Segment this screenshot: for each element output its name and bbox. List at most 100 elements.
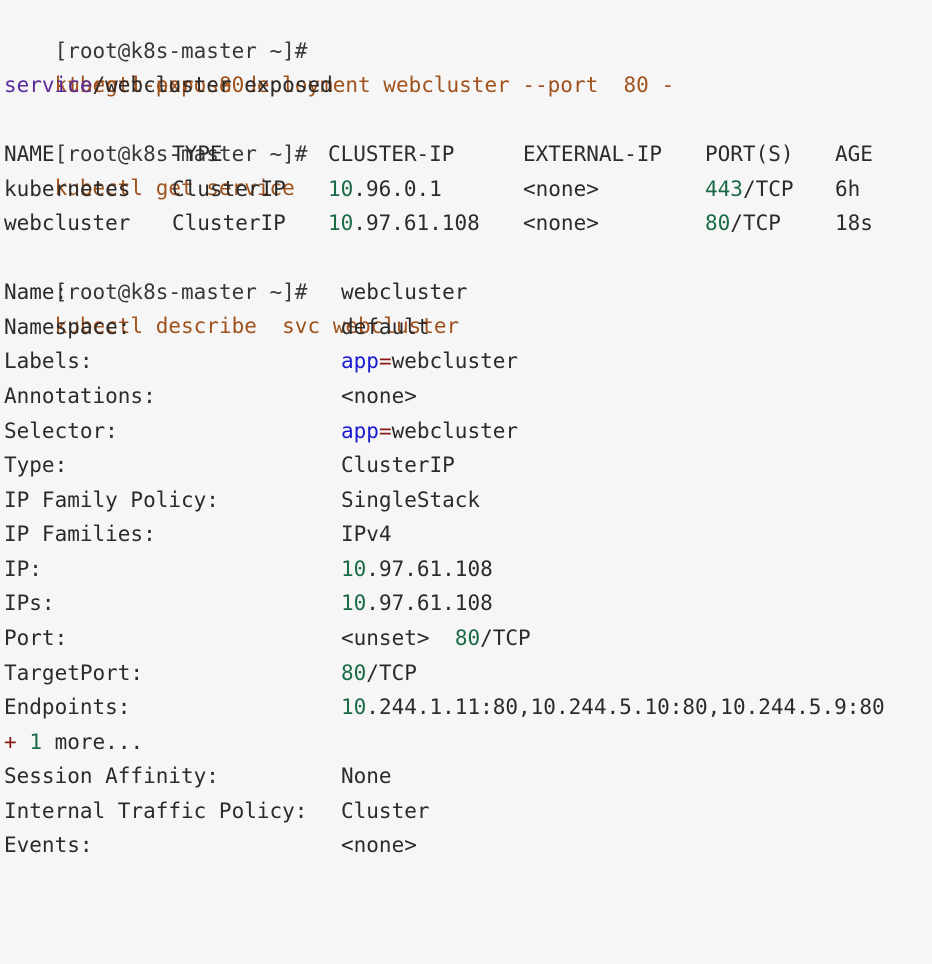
label-value: webcluster [391, 349, 519, 373]
field-value: app=webcluster [341, 414, 518, 448]
describe-row-annotations: Annotations: <none> [4, 379, 924, 413]
describe-row-labels: Labels: app=webcluster [4, 344, 924, 378]
describe-row-internal-traffic-policy: Internal Traffic Policy: Cluster [4, 794, 924, 828]
cell-type: ClusterIP [172, 211, 286, 235]
header-external-ip: EXTERNAL-IP [523, 142, 663, 166]
field-value: 10.244.1.11:80,10.244.5.10:80,10.244.5.9… [341, 690, 885, 724]
describe-row-port: Port: <unset> 80/TCP [4, 621, 924, 655]
cell-name: webcluster [4, 211, 131, 235]
describe-row-ip: IP: 10.97.61.108 [4, 552, 924, 586]
cell-name: kubernetes [4, 177, 131, 201]
field-label: Internal Traffic Policy: [4, 799, 308, 823]
field-value: app=webcluster [341, 344, 518, 378]
selector-key: app [341, 419, 379, 443]
field-value: <none> [341, 833, 417, 857]
field-label: IPs: [4, 591, 55, 615]
describe-row-type: Type: ClusterIP [4, 448, 924, 482]
table-row: kubernetes ClusterIP 10.96.0.1 <none> 44… [4, 172, 924, 206]
describe-row-selector: Selector: app=webcluster [4, 414, 924, 448]
field-value: IPv4 [341, 522, 392, 546]
field-label: Selector: [4, 419, 118, 443]
port-protocol: /TCP [480, 626, 531, 650]
describe-row-endpoints: Endpoints: 10.244.1.11:80,10.244.5.10:80… [4, 690, 924, 724]
field-label: Labels: [4, 349, 93, 373]
ip-rest: .97.61.108 [353, 211, 480, 235]
describe-row-name: Name: webcluster [4, 275, 924, 309]
field-value: None [341, 764, 392, 788]
selector-equals: = [378, 419, 392, 443]
field-value: webcluster [341, 280, 468, 304]
describe-row-ips: IPs: 10.97.61.108 [4, 586, 924, 620]
ip-first-octet: 10 [341, 695, 367, 719]
cell-external-ip: <none> [523, 211, 599, 235]
describe-row-endpoints-more: + 1 more... [4, 725, 143, 759]
field-value: <none> [341, 384, 417, 408]
terminal-output[interactable]: [root@k8s-master ~]# kubectl expose depl… [0, 0, 932, 863]
field-label: Annotations: [4, 384, 156, 408]
header-type: TYPE [172, 142, 223, 166]
expose-output: service/webcluster exposed [4, 68, 333, 102]
endpoint-list: .244.1.11:80,10.244.5.10:80,10.244.5.9:8… [366, 695, 885, 719]
ip-rest: .96.0.1 [353, 177, 442, 201]
header-name: NAME [4, 142, 55, 166]
expose-result: /webcluster exposed [92, 73, 333, 97]
ip-first-octet: 10 [328, 211, 354, 235]
cell-external-ip: <none> [523, 177, 599, 201]
header-cluster-ip: CLUSTER-IP [328, 142, 455, 166]
field-label: TargetPort: [4, 661, 144, 685]
field-label: IP Family Policy: [4, 488, 219, 512]
command-line-describe: [root@k8s-master ~]# kubectl describe sv… [4, 241, 460, 338]
describe-row-events: Events: <none> [4, 828, 924, 862]
field-value: Cluster [341, 799, 430, 823]
selector-value: webcluster [391, 419, 519, 443]
field-label: Session Affinity: [4, 764, 219, 788]
service-table-header: NAME TYPE CLUSTER-IP EXTERNAL-IP PORT(S)… [4, 137, 924, 171]
describe-row-session-affinity: Session Affinity: None [4, 759, 924, 793]
field-value: 10.97.61.108 [341, 552, 493, 586]
cell-cluster-ip: 10.96.0.1 [328, 172, 442, 206]
port-name: <unset> [341, 626, 430, 650]
describe-row-ip-families: IP Families: IPv4 [4, 517, 924, 551]
more-count: 1 [29, 730, 42, 754]
command-line-expose: [root@k8s-master ~]# kubectl expose depl… [4, 0, 675, 97]
field-label: Events: [4, 833, 93, 857]
field-label: IP: [4, 557, 42, 581]
cell-cluster-ip: 10.97.61.108 [328, 206, 480, 240]
ip-first-octet: 10 [341, 591, 367, 615]
port-number: 80 [705, 211, 731, 235]
field-value: ClusterIP [341, 453, 455, 477]
label-key: app [341, 349, 379, 373]
field-label: Endpoints: [4, 695, 131, 719]
header-age: AGE [835, 142, 873, 166]
port-number: 80 [341, 661, 367, 685]
command-line-expose-wrap: -target-port 80 [4, 34, 245, 97]
port-number: 443 [705, 177, 743, 201]
resource-kind: service [4, 73, 93, 97]
field-label: Namespace: [4, 315, 131, 339]
ip-rest: .97.61.108 [366, 591, 493, 615]
ip-first-octet: 10 [328, 177, 354, 201]
cell-ports: 443/TCP [705, 172, 794, 206]
field-label: Name: [4, 280, 68, 304]
field-value: 80/TCP [341, 656, 417, 690]
more-plus: + [4, 730, 17, 754]
more-text: more... [41, 730, 144, 754]
cell-age: 18s [835, 211, 873, 235]
port-protocol: /TCP [730, 211, 781, 235]
field-label: Type: [4, 453, 68, 477]
port-protocol: /TCP [742, 177, 794, 201]
describe-row-target-port: TargetPort: 80/TCP [4, 656, 924, 690]
field-label: Port: [4, 626, 68, 650]
describe-row-namespace: Namespace: default [4, 310, 924, 344]
field-value: SingleStack [341, 488, 481, 512]
field-value: <unset> 80/TCP [341, 621, 531, 655]
field-value: default [341, 315, 430, 339]
command-line-get-service: [root@k8s-master ~]# kubectl get service [4, 103, 308, 200]
table-row: webcluster ClusterIP 10.97.61.108 <none>… [4, 206, 924, 240]
cell-age: 6h [835, 177, 861, 201]
cell-ports: 80/TCP [705, 206, 781, 240]
cell-type: ClusterIP [172, 177, 286, 201]
describe-row-ip-family-policy: IP Family Policy: SingleStack [4, 483, 924, 517]
ip-first-octet: 10 [341, 557, 367, 581]
label-equals: = [378, 349, 392, 373]
